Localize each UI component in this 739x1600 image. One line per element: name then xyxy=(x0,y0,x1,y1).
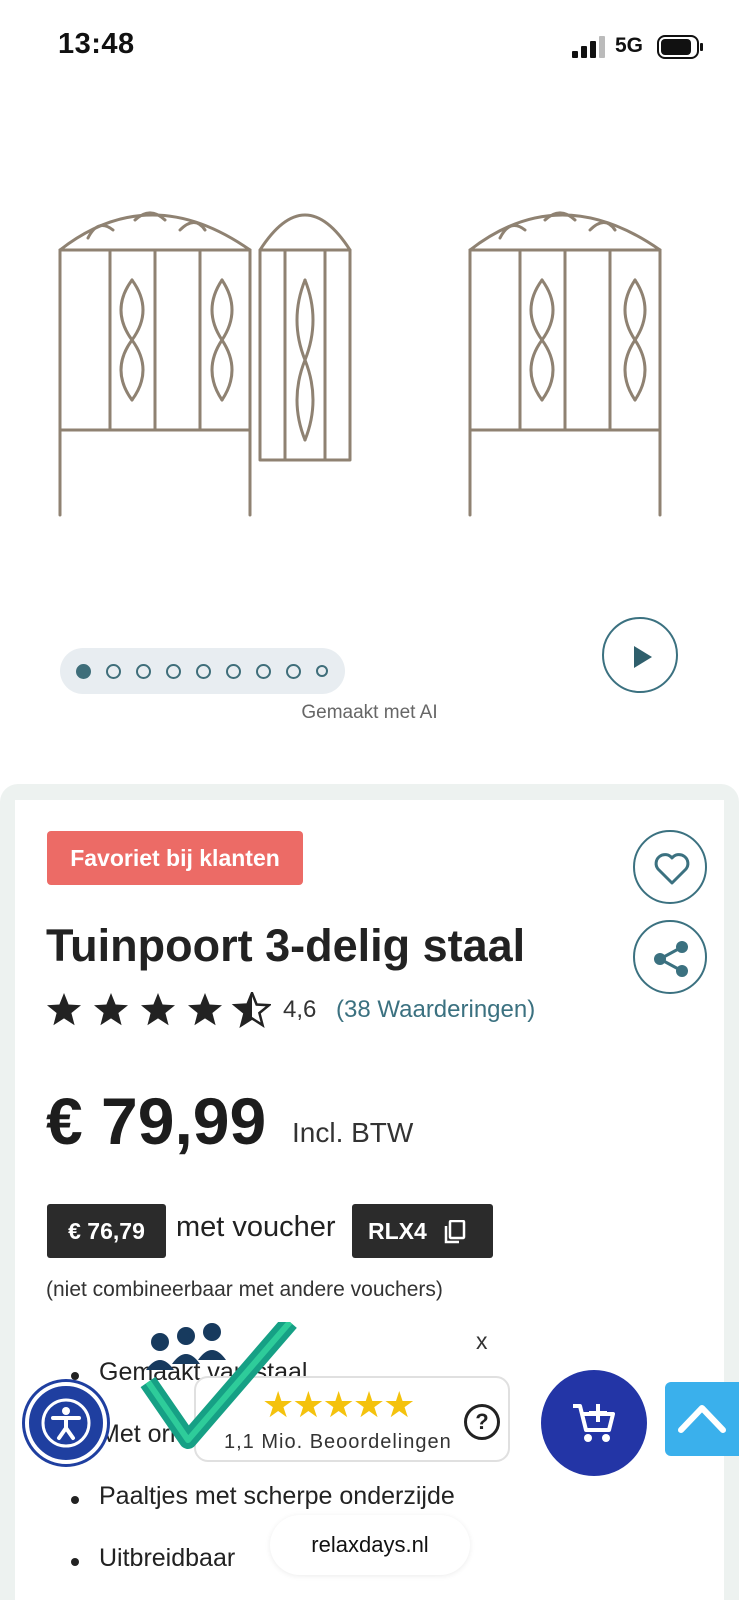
vat-label: Incl. BTW xyxy=(292,1117,414,1148)
add-to-cart-button[interactable] xyxy=(541,1370,647,1476)
share-icon xyxy=(654,941,688,977)
voucher-note: (niet combineerbaar met andere vouchers) xyxy=(46,1278,443,1301)
status-time: 13:48 xyxy=(58,28,135,60)
trust-widget[interactable]: ★★★★★ 1,1 Mio. Beoordelingen ? xyxy=(140,1322,510,1467)
wishlist-button[interactable] xyxy=(633,830,707,904)
gallery-dot[interactable] xyxy=(76,664,91,679)
accessibility-button[interactable] xyxy=(25,1382,107,1464)
network-label: 5G xyxy=(615,34,644,57)
gallery-dot[interactable] xyxy=(106,664,121,679)
voucher-price: € 76,79 xyxy=(47,1204,166,1258)
chevron-up-icon xyxy=(678,1405,726,1433)
signal-icon xyxy=(572,36,605,58)
ai-generated-label: Gemaakt met AI xyxy=(301,702,438,723)
copy-icon xyxy=(444,1220,466,1244)
product-gallery[interactable]: Gemaakt met AI xyxy=(0,95,739,755)
scroll-to-top-button[interactable] xyxy=(665,1382,739,1456)
play-icon xyxy=(634,646,652,668)
product-title: Tuinpoort 3-delig staal xyxy=(46,920,526,971)
gallery-dot[interactable] xyxy=(166,664,181,679)
rating-value: 4,6 xyxy=(283,996,317,1023)
trust-logo-icon xyxy=(140,1322,297,1449)
heart-icon xyxy=(654,853,690,885)
battery-icon xyxy=(657,35,703,59)
rating-row: 4,6 (38 Waarderingen) xyxy=(46,990,606,1030)
gallery-dot[interactable] xyxy=(136,664,151,679)
cart-plus-icon xyxy=(573,1404,615,1442)
accessibility-icon xyxy=(41,1398,91,1448)
reviews-link[interactable]: (38 Waarderingen) xyxy=(336,996,535,1024)
gallery-dot[interactable] xyxy=(226,664,241,679)
browser-url-pill[interactable]: relaxdays.nl xyxy=(270,1515,470,1575)
voucher-code: RLX4 xyxy=(368,1218,427,1244)
product-price: € 79,99 xyxy=(46,1084,267,1158)
share-button[interactable] xyxy=(633,920,707,994)
gallery-dot[interactable] xyxy=(316,665,328,677)
copy-voucher-button[interactable]: RLX4 xyxy=(352,1204,493,1258)
gallery-pagination[interactable] xyxy=(60,648,345,694)
help-button[interactable]: ? xyxy=(464,1404,500,1440)
rating-stars-icon xyxy=(47,992,271,1027)
favorite-badge: Favoriet bij klanten xyxy=(47,831,303,885)
product-image[interactable] xyxy=(40,190,700,630)
play-video-button[interactable] xyxy=(602,617,678,693)
status-bar: 13:48 5G xyxy=(0,0,739,95)
gallery-dot[interactable] xyxy=(256,664,271,679)
voucher-text: met voucher xyxy=(176,1211,336,1243)
gallery-dot[interactable] xyxy=(196,664,211,679)
gallery-dot[interactable] xyxy=(286,664,301,679)
